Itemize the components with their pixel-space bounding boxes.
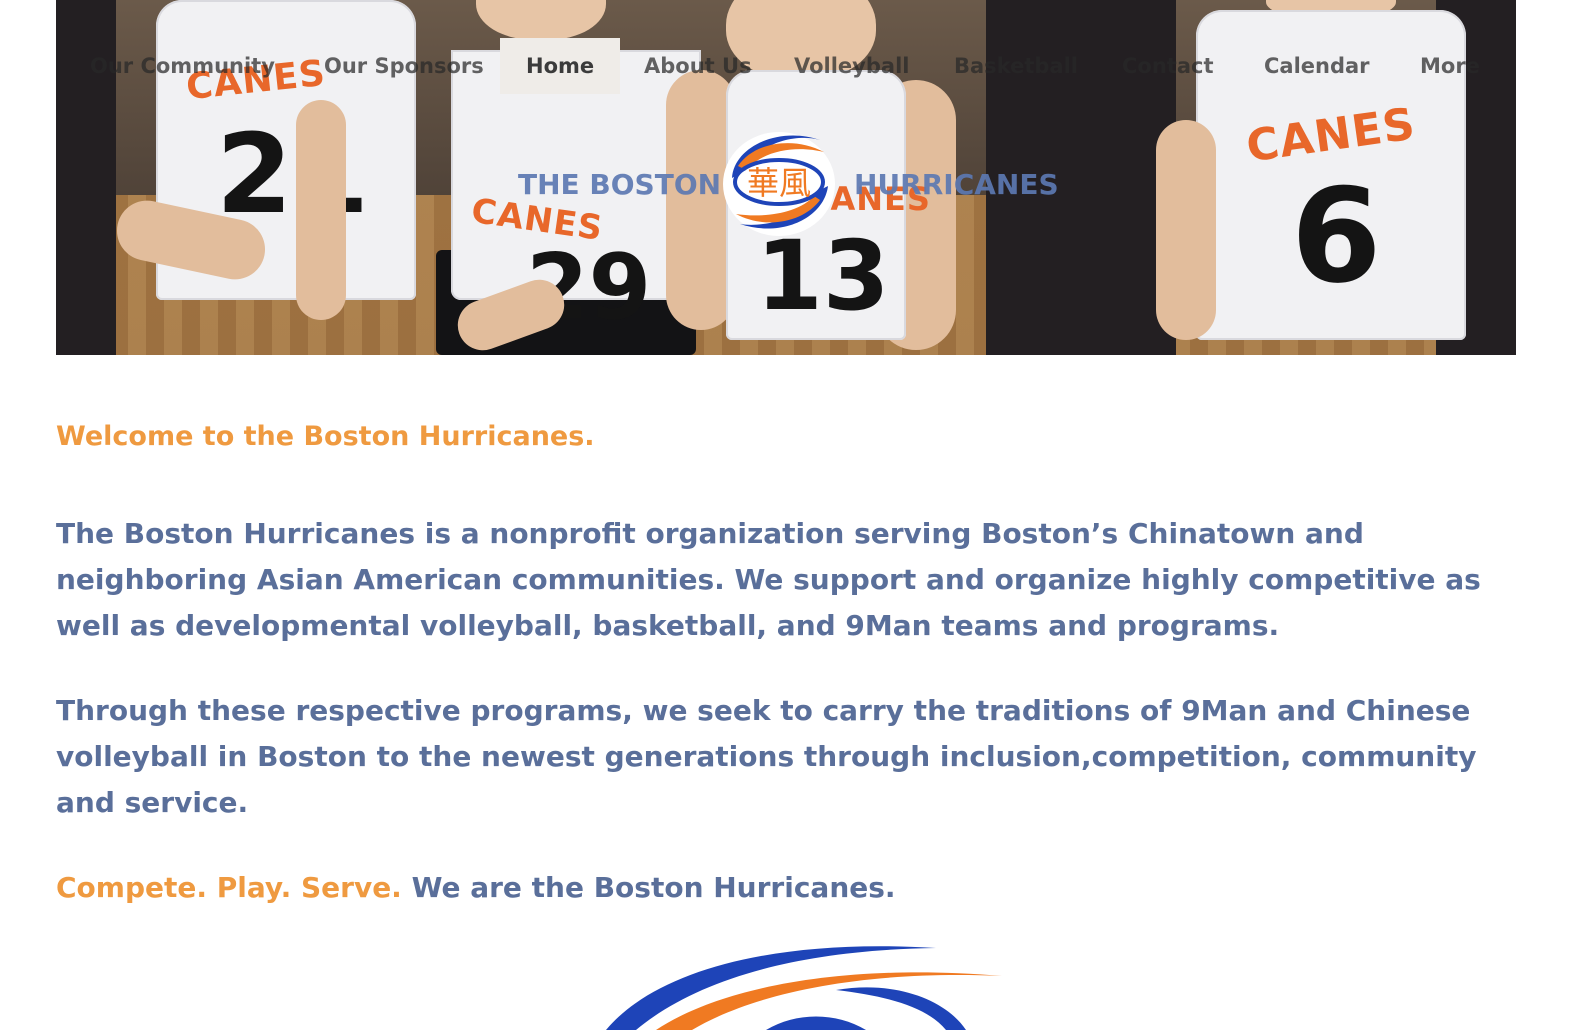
hurricanes-logo-large: [596, 940, 1016, 1030]
nav-item-our-sponsors[interactable]: Our Sponsors: [324, 38, 484, 94]
nav-item-our-community[interactable]: Our Community: [90, 38, 275, 94]
nav-item-calendar[interactable]: Calendar: [1264, 38, 1370, 94]
welcome-heading: Welcome to the Boston Hurricanes.: [56, 421, 595, 452]
nav-item-home[interactable]: Home: [500, 38, 621, 94]
nav-item-basketball[interactable]: Basketball: [954, 38, 1078, 94]
logo-characters: 華風: [747, 164, 811, 202]
nav-item-more[interactable]: More: [1420, 38, 1480, 94]
tagline: Compete. Play. Serve. We are the Boston …: [56, 865, 896, 911]
face: [476, 0, 606, 40]
arm: [1156, 120, 1216, 340]
brand-text-right: HURRICANES: [854, 168, 1059, 201]
tagline-statement: We are the Boston Hurricanes.: [411, 871, 896, 904]
nav-item-about-us[interactable]: About Us: [644, 38, 752, 94]
hurricanes-logo-icon: 華風: [723, 132, 835, 236]
nav-item-volleyball[interactable]: Volleyball: [794, 38, 909, 94]
tagline-motto: Compete. Play. Serve.: [56, 871, 402, 904]
nav-item-contact[interactable]: Contact: [1122, 38, 1214, 94]
hurricanes-logo[interactable]: 華風: [720, 126, 838, 238]
arm: [296, 100, 346, 320]
main-navigation: Our Community Our Sponsors Home About Us…: [56, 36, 1516, 96]
intro-paragraph: The Boston Hurricanes is a nonprofit org…: [56, 517, 1481, 642]
hurricanes-swoosh-icon: [606, 946, 1002, 1030]
brand-text-left: THE BOSTON: [518, 168, 722, 201]
jersey-number: 6: [1291, 160, 1382, 312]
mission-paragraph: Through these respective programs, we se…: [56, 694, 1477, 819]
